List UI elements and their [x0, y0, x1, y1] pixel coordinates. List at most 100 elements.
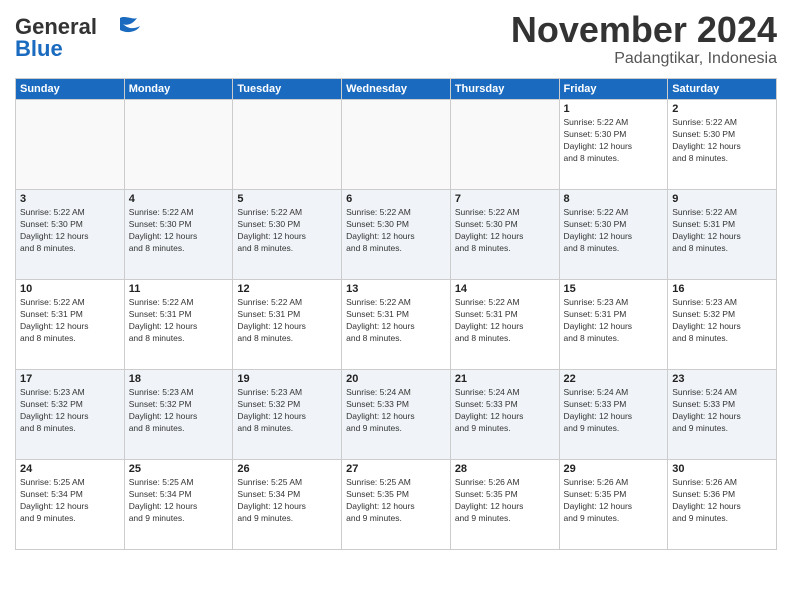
day-number: 12: [237, 283, 337, 295]
day-info: Sunrise: 5:25 AM Sunset: 5:34 PM Dayligh…: [20, 477, 120, 525]
day-info: Sunrise: 5:22 AM Sunset: 5:31 PM Dayligh…: [129, 297, 229, 345]
calendar-header: General Blue November 2024 Padangtikar, …: [15, 10, 777, 70]
weekday-header: Saturday: [668, 79, 777, 100]
calendar-day-cell: 25Sunrise: 5:25 AM Sunset: 5:34 PM Dayli…: [124, 460, 233, 550]
day-number: 26: [237, 463, 337, 475]
day-info: Sunrise: 5:22 AM Sunset: 5:31 PM Dayligh…: [20, 297, 120, 345]
svg-text:Blue: Blue: [15, 36, 63, 61]
day-info: Sunrise: 5:25 AM Sunset: 5:34 PM Dayligh…: [129, 477, 229, 525]
day-info: Sunrise: 5:22 AM Sunset: 5:30 PM Dayligh…: [455, 207, 555, 255]
day-info: Sunrise: 5:23 AM Sunset: 5:32 PM Dayligh…: [672, 297, 772, 345]
calendar-day-cell: 7 Sunrise: 5:22 AM Sunset: 5:30 PM Daylig…: [450, 190, 559, 280]
calendar-day-cell: 8 Sunrise: 5:22 AM Sunset: 5:30 PM Daylig…: [559, 190, 668, 280]
calendar-week-row: 24 Sunrise: 5:25 AM Sunset: 5:34 PM Dayli…: [16, 460, 777, 550]
day-number: 24: [20, 463, 120, 475]
day-number: 27: [346, 463, 446, 475]
day-number: 10: [20, 283, 120, 295]
logo: General Blue: [15, 10, 145, 70]
day-number: 2: [672, 103, 772, 115]
calendar-day-cell: 16 Sunrise: 5:23 AM Sunset: 5:32 PM Dayli…: [668, 280, 777, 370]
calendar-day-cell: 30 Sunrise: 5:26 AM Sunset: 5:36 PM Dayli…: [668, 460, 777, 550]
day-number: 1: [564, 103, 664, 115]
day-number: 5: [237, 193, 337, 205]
day-number: 23: [672, 373, 772, 385]
calendar-week-row: 10 Sunrise: 5:22 AM Sunset: 5:31 PM Dayli…: [16, 280, 777, 370]
weekday-header: Tuesday: [233, 79, 342, 100]
calendar-week-row: 3 Sunrise: 5:22 AM Sunset: 5:30 PM Daylig…: [16, 190, 777, 280]
calendar-day-cell: 22Sunrise: 5:24 AM Sunset: 5:33 PM Dayli…: [559, 370, 668, 460]
calendar-day-cell: [233, 100, 342, 190]
day-info: Sunrise: 5:26 AM Sunset: 5:35 PM Dayligh…: [455, 477, 555, 525]
calendar-day-cell: 13 Sunrise: 5:22 AM Sunset: 5:31 PM Dayli…: [342, 280, 451, 370]
calendar-day-cell: 9 Sunrise: 5:22 AM Sunset: 5:31 PM Daylig…: [668, 190, 777, 280]
day-info: Sunrise: 5:22 AM Sunset: 5:30 PM Dayligh…: [129, 207, 229, 255]
title-section: November 2024 Padangtikar, Indonesia: [511, 10, 777, 68]
month-title: November 2024: [511, 10, 777, 50]
day-number: 29: [564, 463, 664, 475]
day-number: 19: [237, 373, 337, 385]
calendar-day-cell: 4 Sunrise: 5:22 AM Sunset: 5:30 PM Daylig…: [124, 190, 233, 280]
calendar-day-cell: 23 Sunrise: 5:24 AM Sunset: 5:33 PM Dayli…: [668, 370, 777, 460]
day-number: 14: [455, 283, 555, 295]
calendar-day-cell: 18 Sunrise: 5:23 AM Sunset: 5:32 PM Dayli…: [124, 370, 233, 460]
day-number: 11: [129, 283, 229, 295]
day-info: Sunrise: 5:22 AM Sunset: 5:30 PM Dayligh…: [20, 207, 120, 255]
calendar-day-cell: 5 Sunrise: 5:22 AM Sunset: 5:30 PM Daylig…: [233, 190, 342, 280]
day-info: Sunrise: 5:22 AM Sunset: 5:30 PM Dayligh…: [237, 207, 337, 255]
day-number: 4: [129, 193, 229, 205]
day-info: Sunrise: 5:23 AM Sunset: 5:32 PM Dayligh…: [20, 387, 120, 435]
calendar-day-cell: 29 Sunrise: 5:26 AM Sunset: 5:35 PM Dayli…: [559, 460, 668, 550]
day-info: Sunrise: 5:23 AM Sunset: 5:32 PM Dayligh…: [129, 387, 229, 435]
day-info: Sunrise: 5:24 AM Sunset: 5:33 PM Dayligh…: [455, 387, 555, 435]
day-number: 13: [346, 283, 446, 295]
calendar-week-row: 17 Sunrise: 5:23 AM Sunset: 5:32 PM Dayli…: [16, 370, 777, 460]
day-number: 6: [346, 193, 446, 205]
day-info: Sunrise: 5:22 AM Sunset: 5:30 PM Dayligh…: [346, 207, 446, 255]
day-number: 20: [346, 373, 446, 385]
day-info: Sunrise: 5:22 AM Sunset: 5:31 PM Dayligh…: [237, 297, 337, 345]
day-number: 18: [129, 373, 229, 385]
calendar-day-cell: 17 Sunrise: 5:23 AM Sunset: 5:32 PM Dayli…: [16, 370, 125, 460]
calendar-day-cell: 11 Sunrise: 5:22 AM Sunset: 5:31 PM Dayli…: [124, 280, 233, 370]
calendar-day-cell: 28 Sunrise: 5:26 AM Sunset: 5:35 PM Dayli…: [450, 460, 559, 550]
calendar-day-cell: [450, 100, 559, 190]
calendar-day-cell: [124, 100, 233, 190]
calendar-day-cell: 26 Sunrise: 5:25 AM Sunset: 5:34 PM Dayli…: [233, 460, 342, 550]
weekday-header: Thursday: [450, 79, 559, 100]
calendar-day-cell: [342, 100, 451, 190]
day-info: Sunrise: 5:26 AM Sunset: 5:36 PM Dayligh…: [672, 477, 772, 525]
day-info: Sunrise: 5:22 AM Sunset: 5:30 PM Dayligh…: [564, 207, 664, 255]
calendar-day-cell: 14Sunrise: 5:22 AM Sunset: 5:31 PM Dayli…: [450, 280, 559, 370]
calendar-day-cell: 15Sunrise: 5:23 AM Sunset: 5:31 PM Dayli…: [559, 280, 668, 370]
day-info: Sunrise: 5:22 AM Sunset: 5:30 PM Dayligh…: [672, 117, 772, 165]
day-info: Sunrise: 5:22 AM Sunset: 5:31 PM Dayligh…: [346, 297, 446, 345]
calendar-day-cell: 27Sunrise: 5:25 AM Sunset: 5:35 PM Dayli…: [342, 460, 451, 550]
day-info: Sunrise: 5:24 AM Sunset: 5:33 PM Dayligh…: [672, 387, 772, 435]
day-number: 28: [455, 463, 555, 475]
day-number: 15: [564, 283, 664, 295]
calendar-day-cell: 1 Sunrise: 5:22 AM Sunset: 5:30 PM Daylig…: [559, 100, 668, 190]
day-number: 9: [672, 193, 772, 205]
day-number: 8: [564, 193, 664, 205]
weekday-header: Wednesday: [342, 79, 451, 100]
weekday-header: Friday: [559, 79, 668, 100]
day-number: 7: [455, 193, 555, 205]
day-number: 3: [20, 193, 120, 205]
day-number: 16: [672, 283, 772, 295]
calendar-day-cell: 10 Sunrise: 5:22 AM Sunset: 5:31 PM Dayli…: [16, 280, 125, 370]
calendar-day-cell: 20Sunrise: 5:24 AM Sunset: 5:33 PM Dayli…: [342, 370, 451, 460]
day-info: Sunrise: 5:22 AM Sunset: 5:30 PM Dayligh…: [564, 117, 664, 165]
weekday-header-row: SundayMondayTuesdayWednesdayThursdayFrid…: [16, 79, 777, 100]
day-info: Sunrise: 5:22 AM Sunset: 5:31 PM Dayligh…: [672, 207, 772, 255]
calendar-week-row: 1 Sunrise: 5:22 AM Sunset: 5:30 PM Daylig…: [16, 100, 777, 190]
weekday-header: Monday: [124, 79, 233, 100]
day-number: 21: [455, 373, 555, 385]
day-info: Sunrise: 5:24 AM Sunset: 5:33 PM Dayligh…: [564, 387, 664, 435]
day-info: Sunrise: 5:25 AM Sunset: 5:34 PM Dayligh…: [237, 477, 337, 525]
day-info: Sunrise: 5:26 AM Sunset: 5:35 PM Dayligh…: [564, 477, 664, 525]
calendar-day-cell: 6 Sunrise: 5:22 AM Sunset: 5:30 PM Daylig…: [342, 190, 451, 280]
calendar-table: SundayMondayTuesdayWednesdayThursdayFrid…: [15, 78, 777, 550]
calendar-day-cell: [16, 100, 125, 190]
day-number: 17: [20, 373, 120, 385]
day-number: 30: [672, 463, 772, 475]
